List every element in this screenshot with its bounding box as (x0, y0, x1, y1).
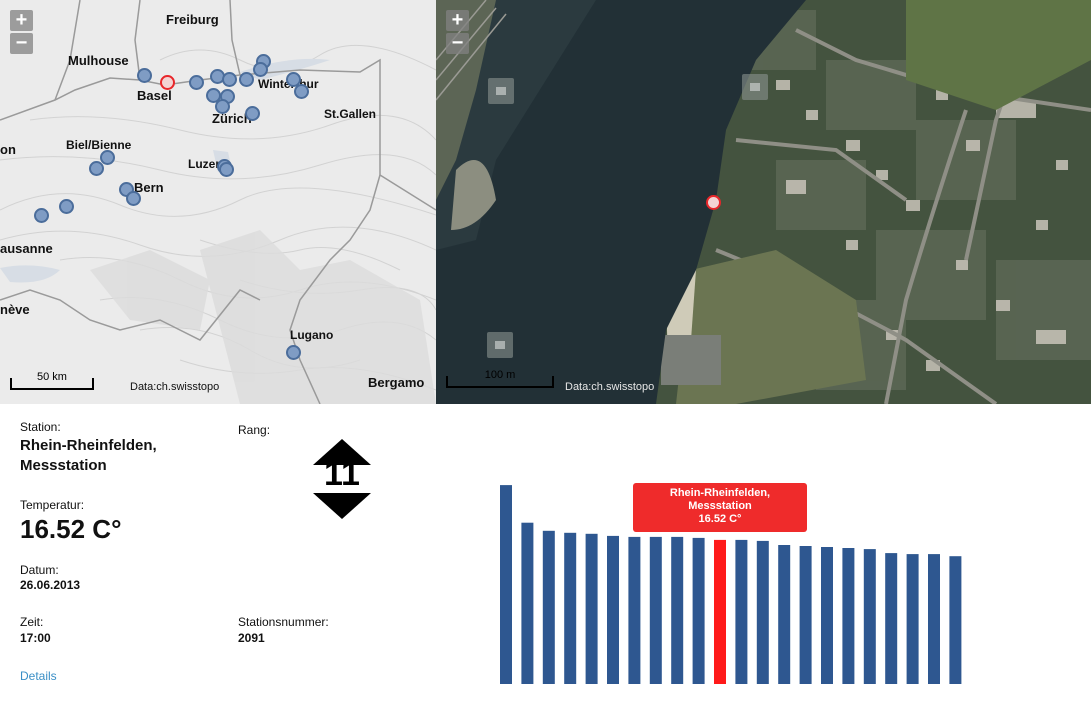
map-attribution: Data:ch.swisstopo (565, 381, 655, 393)
date-value: 26.06.2013 (20, 578, 81, 592)
chart-bar[interactable] (799, 546, 812, 684)
detail-aerial-map[interactable]: + − 100 m Data:ch.swisstopo (436, 0, 1091, 404)
station-marker[interactable] (137, 68, 152, 83)
station-name: Rhein-Rheinfelden, Messstation (20, 437, 157, 474)
city-label-lausanne: ausanne (0, 241, 53, 256)
chart-bar[interactable] (778, 545, 791, 684)
station-number-value: 2091 (238, 631, 265, 645)
station-marker[interactable] (239, 72, 254, 87)
overview-map[interactable]: + − Freiburg Mulhouse Basel Winterthur Z… (0, 0, 436, 404)
station-marker[interactable] (245, 106, 260, 121)
chart-bar[interactable] (607, 535, 619, 684)
aerial-background (436, 0, 1091, 404)
chart-tooltip: Rhein-Rheinfelden, Messstation 16.52 C° (633, 483, 807, 532)
chart-bar[interactable] (671, 536, 684, 684)
time-label: Zeit: (20, 615, 44, 629)
station-marker[interactable] (34, 208, 49, 223)
zoom-in-button[interactable]: + (446, 10, 469, 31)
zoom-out-button[interactable]: − (10, 33, 33, 54)
chart-bar[interactable] (821, 547, 833, 684)
city-label-bergamo: Bergamo (368, 375, 425, 390)
time-value: 17:00 (20, 631, 51, 645)
city-label-biel: Biel/Bienne (66, 138, 132, 152)
rank-value: 11 (324, 455, 360, 493)
chart-bar[interactable] (500, 485, 512, 684)
station-marker[interactable] (294, 84, 309, 99)
chart-bar[interactable] (628, 536, 641, 684)
map-attribution: Data:ch.swisstopo (130, 381, 220, 393)
city-label-partial-on: on (0, 142, 16, 157)
station-marker[interactable] (253, 62, 268, 77)
tooltip-line-3: 16.52 C° (698, 513, 742, 525)
station-marker[interactable] (219, 162, 234, 177)
chart-bar[interactable] (906, 554, 919, 684)
chart-bar[interactable] (542, 530, 555, 684)
scale-bar-label: 100 m (484, 369, 516, 381)
station-marker[interactable] (59, 199, 74, 214)
city-label-mulhouse: Mulhouse (68, 53, 129, 68)
zoom-in-button[interactable]: + (10, 10, 33, 31)
scale-bar: 50 km (10, 371, 94, 390)
rank-indicator[interactable]: 11 (311, 439, 373, 519)
chart-bar[interactable] (585, 533, 598, 684)
city-label-geneve: nève (0, 302, 30, 317)
city-label-st-gallen: St.Gallen (324, 107, 377, 121)
detail-zoom-control: + − (446, 10, 469, 56)
chart-bar[interactable] (949, 556, 962, 684)
chart-bar[interactable] (885, 553, 898, 684)
rank-label: Rang: (238, 423, 271, 437)
station-marker[interactable] (89, 161, 104, 176)
station-marker[interactable] (286, 345, 301, 360)
station-marker-selected[interactable] (706, 195, 721, 210)
tooltip-line-1: Rhein-Rheinfelden, (669, 487, 771, 499)
scale-bar: 100 m (446, 369, 554, 388)
city-label-lugano: Lugano (290, 328, 334, 342)
chart-bar[interactable] (649, 536, 662, 684)
chart-bar[interactable] (756, 540, 769, 684)
temperature-value: 16.52 C° (20, 514, 122, 544)
station-marker[interactable] (222, 72, 237, 87)
chart-bar[interactable] (564, 532, 577, 684)
date-label: Datum: (20, 563, 59, 577)
city-label-basel: Basel (137, 88, 172, 103)
scale-bar-label: 50 km (37, 371, 67, 383)
station-marker[interactable] (126, 191, 141, 206)
station-marker[interactable] (215, 99, 230, 114)
chart-bar[interactable] (928, 554, 940, 684)
chart-bar[interactable] (842, 548, 855, 684)
zoom-out-button[interactable]: − (446, 33, 469, 54)
city-label-freiburg: Freiburg (166, 12, 219, 27)
station-marker-selected[interactable] (160, 75, 175, 90)
chart-bar-highlighted[interactable] (714, 539, 726, 684)
chart-bar[interactable] (521, 522, 534, 684)
overview-zoom-control: + − (10, 10, 33, 56)
tooltip-line-2: Messstation (688, 500, 752, 512)
chart-bar[interactable] (735, 539, 748, 684)
station-marker[interactable] (189, 75, 204, 90)
station-number-label: Stationsnummer: (238, 615, 329, 629)
details-link[interactable]: Details (20, 669, 57, 683)
temperature-label: Temperatur: (20, 498, 85, 512)
station-label: Station: (20, 420, 61, 434)
chart-bar[interactable] (692, 537, 705, 684)
chart-bar[interactable] (863, 549, 876, 684)
